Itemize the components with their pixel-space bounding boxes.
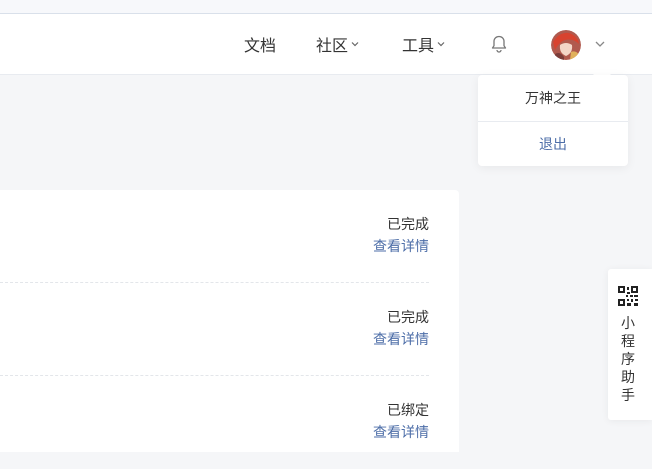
dropdown-arrow: [593, 65, 611, 75]
chevron-down-icon: [437, 42, 445, 47]
records-card: 已完成 查看详情 已完成 查看详情 已绑定 查看详情: [0, 190, 459, 452]
list-item: 已完成 查看详情: [0, 283, 429, 376]
list-item: 已完成 查看详情: [0, 190, 429, 283]
nav-tools-label: 工具: [402, 38, 435, 55]
mini-program-assistant-button[interactable]: 小程序助手: [608, 269, 652, 420]
view-details-link[interactable]: 查看详情: [373, 422, 429, 442]
view-details-link[interactable]: 查看详情: [373, 236, 429, 256]
user-avatar[interactable]: [551, 30, 581, 60]
nav-community[interactable]: 社区: [316, 14, 360, 74]
status-label: 已完成: [387, 216, 429, 232]
logout-button[interactable]: 退出: [478, 122, 628, 166]
top-strip: [0, 0, 652, 14]
bell-icon[interactable]: [489, 34, 509, 54]
user-dropdown-menu: 万神之王 退出: [478, 75, 628, 166]
nav-docs[interactable]: 文档: [244, 14, 276, 74]
nav-community-label: 社区: [316, 38, 349, 55]
status-label: 已完成: [387, 309, 429, 325]
chevron-down-icon: [351, 42, 359, 47]
top-header: 文档 社区 工具: [0, 14, 652, 75]
qr-code-icon: [618, 286, 638, 306]
nav-docs-label: 文档: [244, 38, 277, 55]
nav-tools[interactable]: 工具: [402, 14, 446, 74]
status-label: 已绑定: [387, 402, 429, 418]
dropdown-username: 万神之王: [525, 90, 581, 106]
mini-program-label: 小程序助手: [621, 315, 635, 403]
chevron-down-icon[interactable]: [594, 38, 606, 50]
list-item: 已绑定 查看详情: [0, 376, 429, 469]
view-details-link[interactable]: 查看详情: [373, 329, 429, 349]
